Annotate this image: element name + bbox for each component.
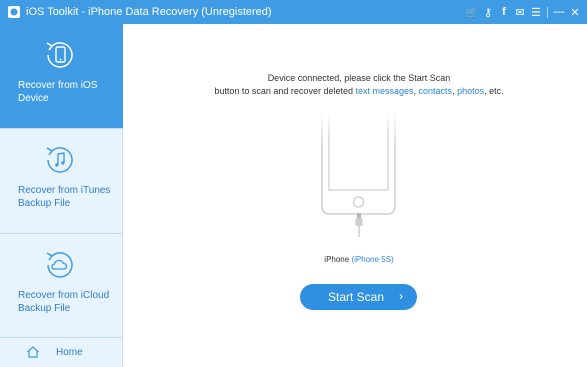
phone-recover-icon <box>46 42 73 68</box>
active-indicator-arrow <box>116 91 123 105</box>
contacts-link[interactable]: contacts <box>419 86 453 96</box>
sidebar-item-recover-itunes[interactable]: Recover from iTunes Backup File <box>0 129 123 233</box>
device-connected-message: Device connected, please click the Start… <box>164 72 554 98</box>
home-label: Home <box>56 347 83 358</box>
device-label: iPhone (iPhone 5S) <box>124 255 587 264</box>
message-line-1: Device connected, please click the Start… <box>267 73 451 83</box>
title-bar: iOS Toolkit - iPhone Data Recovery (Unre… <box>0 0 587 24</box>
itunes-recover-icon <box>46 147 73 173</box>
main-panel: Device connected, please click the Start… <box>124 24 587 367</box>
message-prefix: button to scan and recover deleted <box>214 86 356 96</box>
photos-link[interactable]: photos <box>457 86 484 96</box>
minimize-icon[interactable]: — <box>551 3 567 21</box>
home-button[interactable]: Home <box>0 337 123 367</box>
titlebar-divider <box>547 6 548 18</box>
app-logo-icon <box>8 6 20 18</box>
start-scan-button[interactable]: Start Scan › <box>300 284 417 310</box>
sidebar-item-label: Recover from iOS Device <box>18 80 98 104</box>
device-model: (iPhone 5S) <box>351 255 394 264</box>
facebook-icon[interactable]: f <box>496 3 512 21</box>
menu-icon[interactable]: ☰ <box>528 3 544 21</box>
sidebar-item-recover-icloud[interactable]: Recover from iCloud Backup File <box>0 234 123 338</box>
sidebar-item-recover-ios-device[interactable]: Recover from iOS Device <box>0 24 123 128</box>
cart-icon[interactable]: 🛒 <box>464 3 480 21</box>
sidebar-item-label: Recover from iCloud Backup File <box>18 290 110 314</box>
iphone-illustration <box>321 110 396 215</box>
close-icon[interactable]: ✕ <box>567 3 583 21</box>
message-line-2: button to scan and recover deleted text … <box>164 85 554 98</box>
sidebar-item-label: Recover from iTunes Backup File <box>18 185 111 209</box>
text-messages-link[interactable]: text messages <box>355 86 413 96</box>
key-icon[interactable]: ⚷ <box>480 3 496 21</box>
icloud-recover-icon <box>46 252 73 278</box>
titlebar-controls: 🛒 ⚷ f ✉ ☰ — ✕ <box>464 3 583 21</box>
lightning-cable-icon <box>355 213 363 237</box>
window-title: iOS Toolkit - iPhone Data Recovery (Unre… <box>26 6 272 18</box>
device-name: iPhone <box>324 255 350 264</box>
chat-icon[interactable]: ✉ <box>512 3 528 21</box>
home-icon <box>27 346 39 358</box>
message-suffix: , etc. <box>484 86 504 96</box>
sidebar: Recover from iOS Device Recover from iTu… <box>0 24 123 367</box>
start-scan-label: Start Scan <box>328 290 385 304</box>
chevron-right-icon: › <box>399 289 403 303</box>
